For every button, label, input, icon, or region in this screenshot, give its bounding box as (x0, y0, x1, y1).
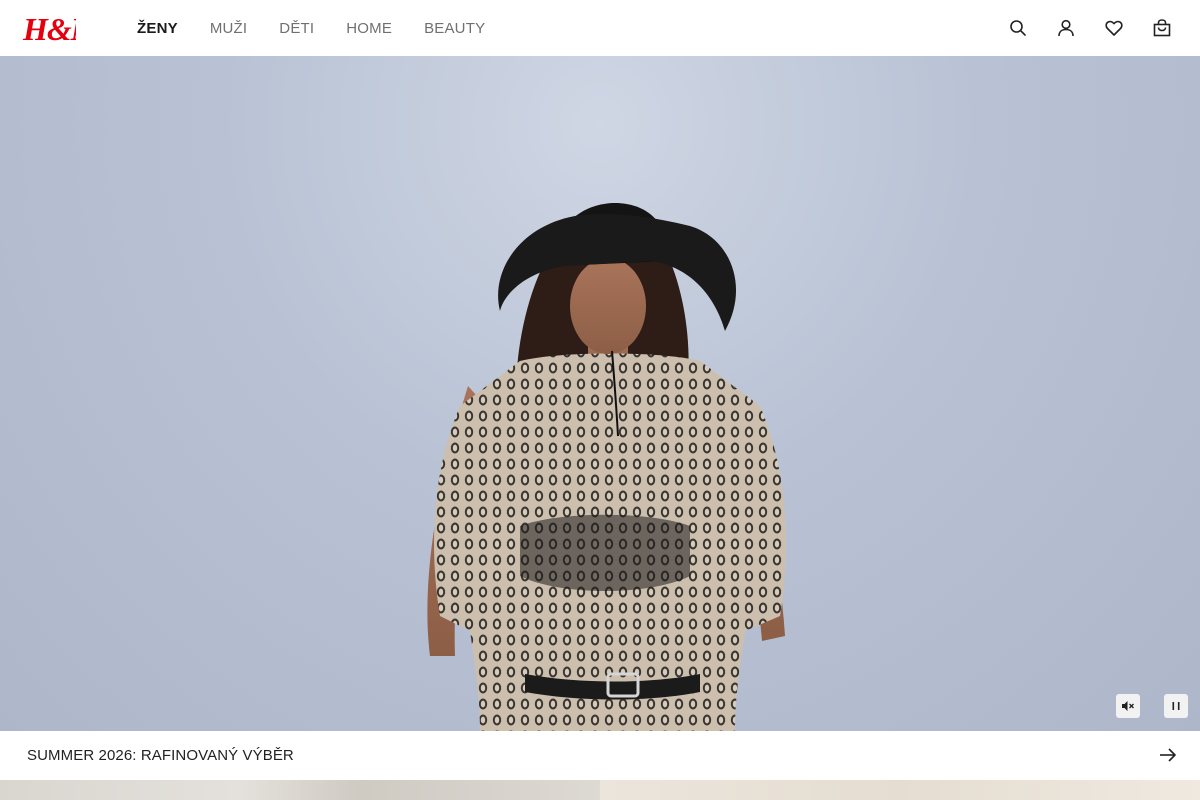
favorites-heart-icon[interactable] (1104, 18, 1124, 38)
nav-item-home[interactable]: HOME (346, 20, 392, 37)
campaign-title: SUMMER 2026: RAFINOVANÝ VÝBĚR (27, 747, 294, 764)
hero-video[interactable] (0, 56, 1200, 731)
header-actions (1008, 0, 1172, 56)
campaign-link[interactable]: SUMMER 2026: RAFINOVANÝ VÝBĚR (0, 731, 1200, 780)
mute-button[interactable] (1116, 694, 1140, 718)
account-icon[interactable] (1056, 18, 1076, 38)
search-icon[interactable] (1008, 18, 1028, 38)
site-header: H&M ŽENY MUŽI DĚTI HOME BEAUTY (0, 0, 1200, 56)
nav-item-kids[interactable]: DĚTI (279, 20, 314, 37)
hero-model-image (427, 202, 786, 731)
nav-item-women[interactable]: ŽENY (137, 20, 178, 37)
main-navigation: ŽENY MUŽI DĚTI HOME BEAUTY (137, 0, 485, 56)
speaker-muted-icon (1122, 701, 1134, 711)
promo-tile-right[interactable] (600, 780, 1200, 800)
arrow-right-icon (1160, 748, 1176, 762)
nav-item-beauty[interactable]: BEAUTY (424, 20, 485, 37)
pause-icon (1172, 702, 1180, 710)
hm-logo[interactable]: H&M (22, 10, 76, 46)
nav-item-men[interactable]: MUŽI (210, 20, 247, 37)
promo-tile-left[interactable] (0, 780, 600, 800)
pause-button[interactable] (1164, 694, 1188, 718)
svg-text:H&M: H&M (22, 11, 76, 46)
shopping-bag-icon[interactable] (1152, 18, 1172, 38)
